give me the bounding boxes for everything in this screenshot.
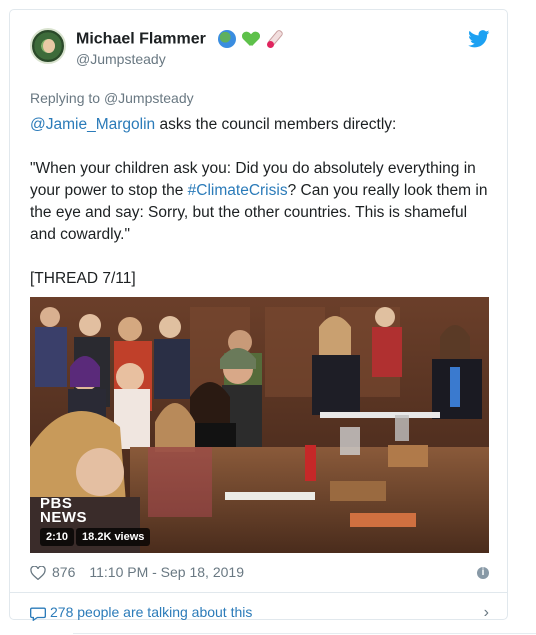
tweet-text: @Jamie_Margolin asks the council members… <box>30 114 490 290</box>
watermark-line-2: NEWS <box>40 509 87 526</box>
twitter-bird-icon[interactable] <box>468 30 490 48</box>
pbs-news-watermark: PBS NEWS <box>40 496 87 526</box>
author-handle[interactable]: @Jumpsteady <box>76 51 166 67</box>
video-views: 18.2K views <box>76 528 151 546</box>
author-name-row[interactable]: Michael Flammer <box>76 30 285 48</box>
tweet-footer: 876 11:10 PM - Sep 18, 2019 <box>30 564 244 581</box>
tweet-card: Michael Flammer @Jumpsteady Replying to … <box>9 9 508 622</box>
author-name[interactable]: Michael Flammer <box>76 30 206 47</box>
globe-emoji-icon <box>218 30 237 48</box>
green-heart-emoji-icon <box>243 32 259 46</box>
page-divider <box>73 633 536 634</box>
footer-divider <box>10 592 507 593</box>
info-icon[interactable]: i <box>477 567 489 579</box>
thermometer-emoji-icon <box>265 30 283 48</box>
video-player[interactable]: PBS NEWS 2:10 18.2K views <box>30 297 489 553</box>
video-duration: 2:10 <box>40 528 75 546</box>
video-info-bar: 2:10 18.2K views <box>40 527 152 546</box>
mention-link[interactable]: @Jamie_Margolin <box>30 116 155 133</box>
tweet-quote: "When your children ask you: Did you do … <box>30 158 490 246</box>
conversation-link[interactable]: 278 people are talking about this <box>30 604 252 622</box>
like-count[interactable]: 876 <box>52 564 75 580</box>
replying-to: Replying to @Jumpsteady <box>30 90 194 106</box>
replying-prefix: Replying to <box>30 90 101 106</box>
thread-label: [THREAD 7/11] <box>30 270 136 287</box>
heart-outline-icon[interactable] <box>30 566 46 581</box>
video-thumbnail <box>30 297 489 553</box>
chevron-right-icon[interactable]: › <box>484 604 489 622</box>
tweet-timestamp[interactable]: 11:10 PM - Sep 18, 2019 <box>89 564 244 580</box>
hashtag-link[interactable]: #ClimateCrisis <box>188 182 288 199</box>
talking-count[interactable]: 278 people are talking about this <box>50 604 252 620</box>
avatar[interactable] <box>30 28 66 64</box>
line1-rest: asks the council members directly: <box>155 116 397 133</box>
replying-handle-link[interactable]: @Jumpsteady <box>104 90 194 106</box>
speech-bubble-icon <box>30 607 46 622</box>
emoji-group <box>218 30 285 48</box>
tweet-header: Michael Flammer @Jumpsteady <box>30 28 490 74</box>
tweet-line-1: @Jamie_Margolin asks the council members… <box>30 114 490 136</box>
